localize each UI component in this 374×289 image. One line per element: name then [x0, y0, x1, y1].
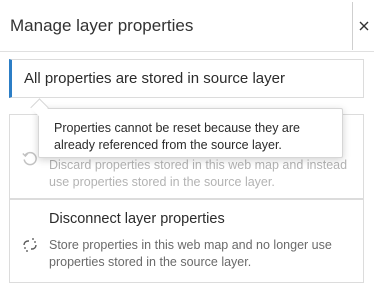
notice-text: All properties are stored in source laye… — [24, 70, 285, 87]
disconnect-option-description: Store properties in this web map and no … — [49, 238, 332, 269]
reset-icon — [22, 151, 37, 166]
reset-disabled-tooltip: Properties cannot be reset because they … — [38, 108, 343, 158]
panel-title: Manage layer properties — [10, 16, 194, 35]
source-layer-notice: All properties are stored in source laye… — [9, 59, 364, 98]
tooltip-text: Properties cannot be reset because they … — [54, 121, 300, 152]
disconnect-icon — [23, 238, 37, 252]
close-button[interactable] — [352, 2, 374, 50]
disconnect-option-title: Disconnect layer properties — [49, 211, 225, 227]
disconnect-properties-option[interactable]: Disconnect layer properties Store proper… — [9, 199, 364, 283]
reset-option-description: Discard properties stored in this web ma… — [49, 158, 348, 189]
close-icon — [359, 21, 368, 31]
panel-header: Manage layer properties — [0, 0, 374, 52]
